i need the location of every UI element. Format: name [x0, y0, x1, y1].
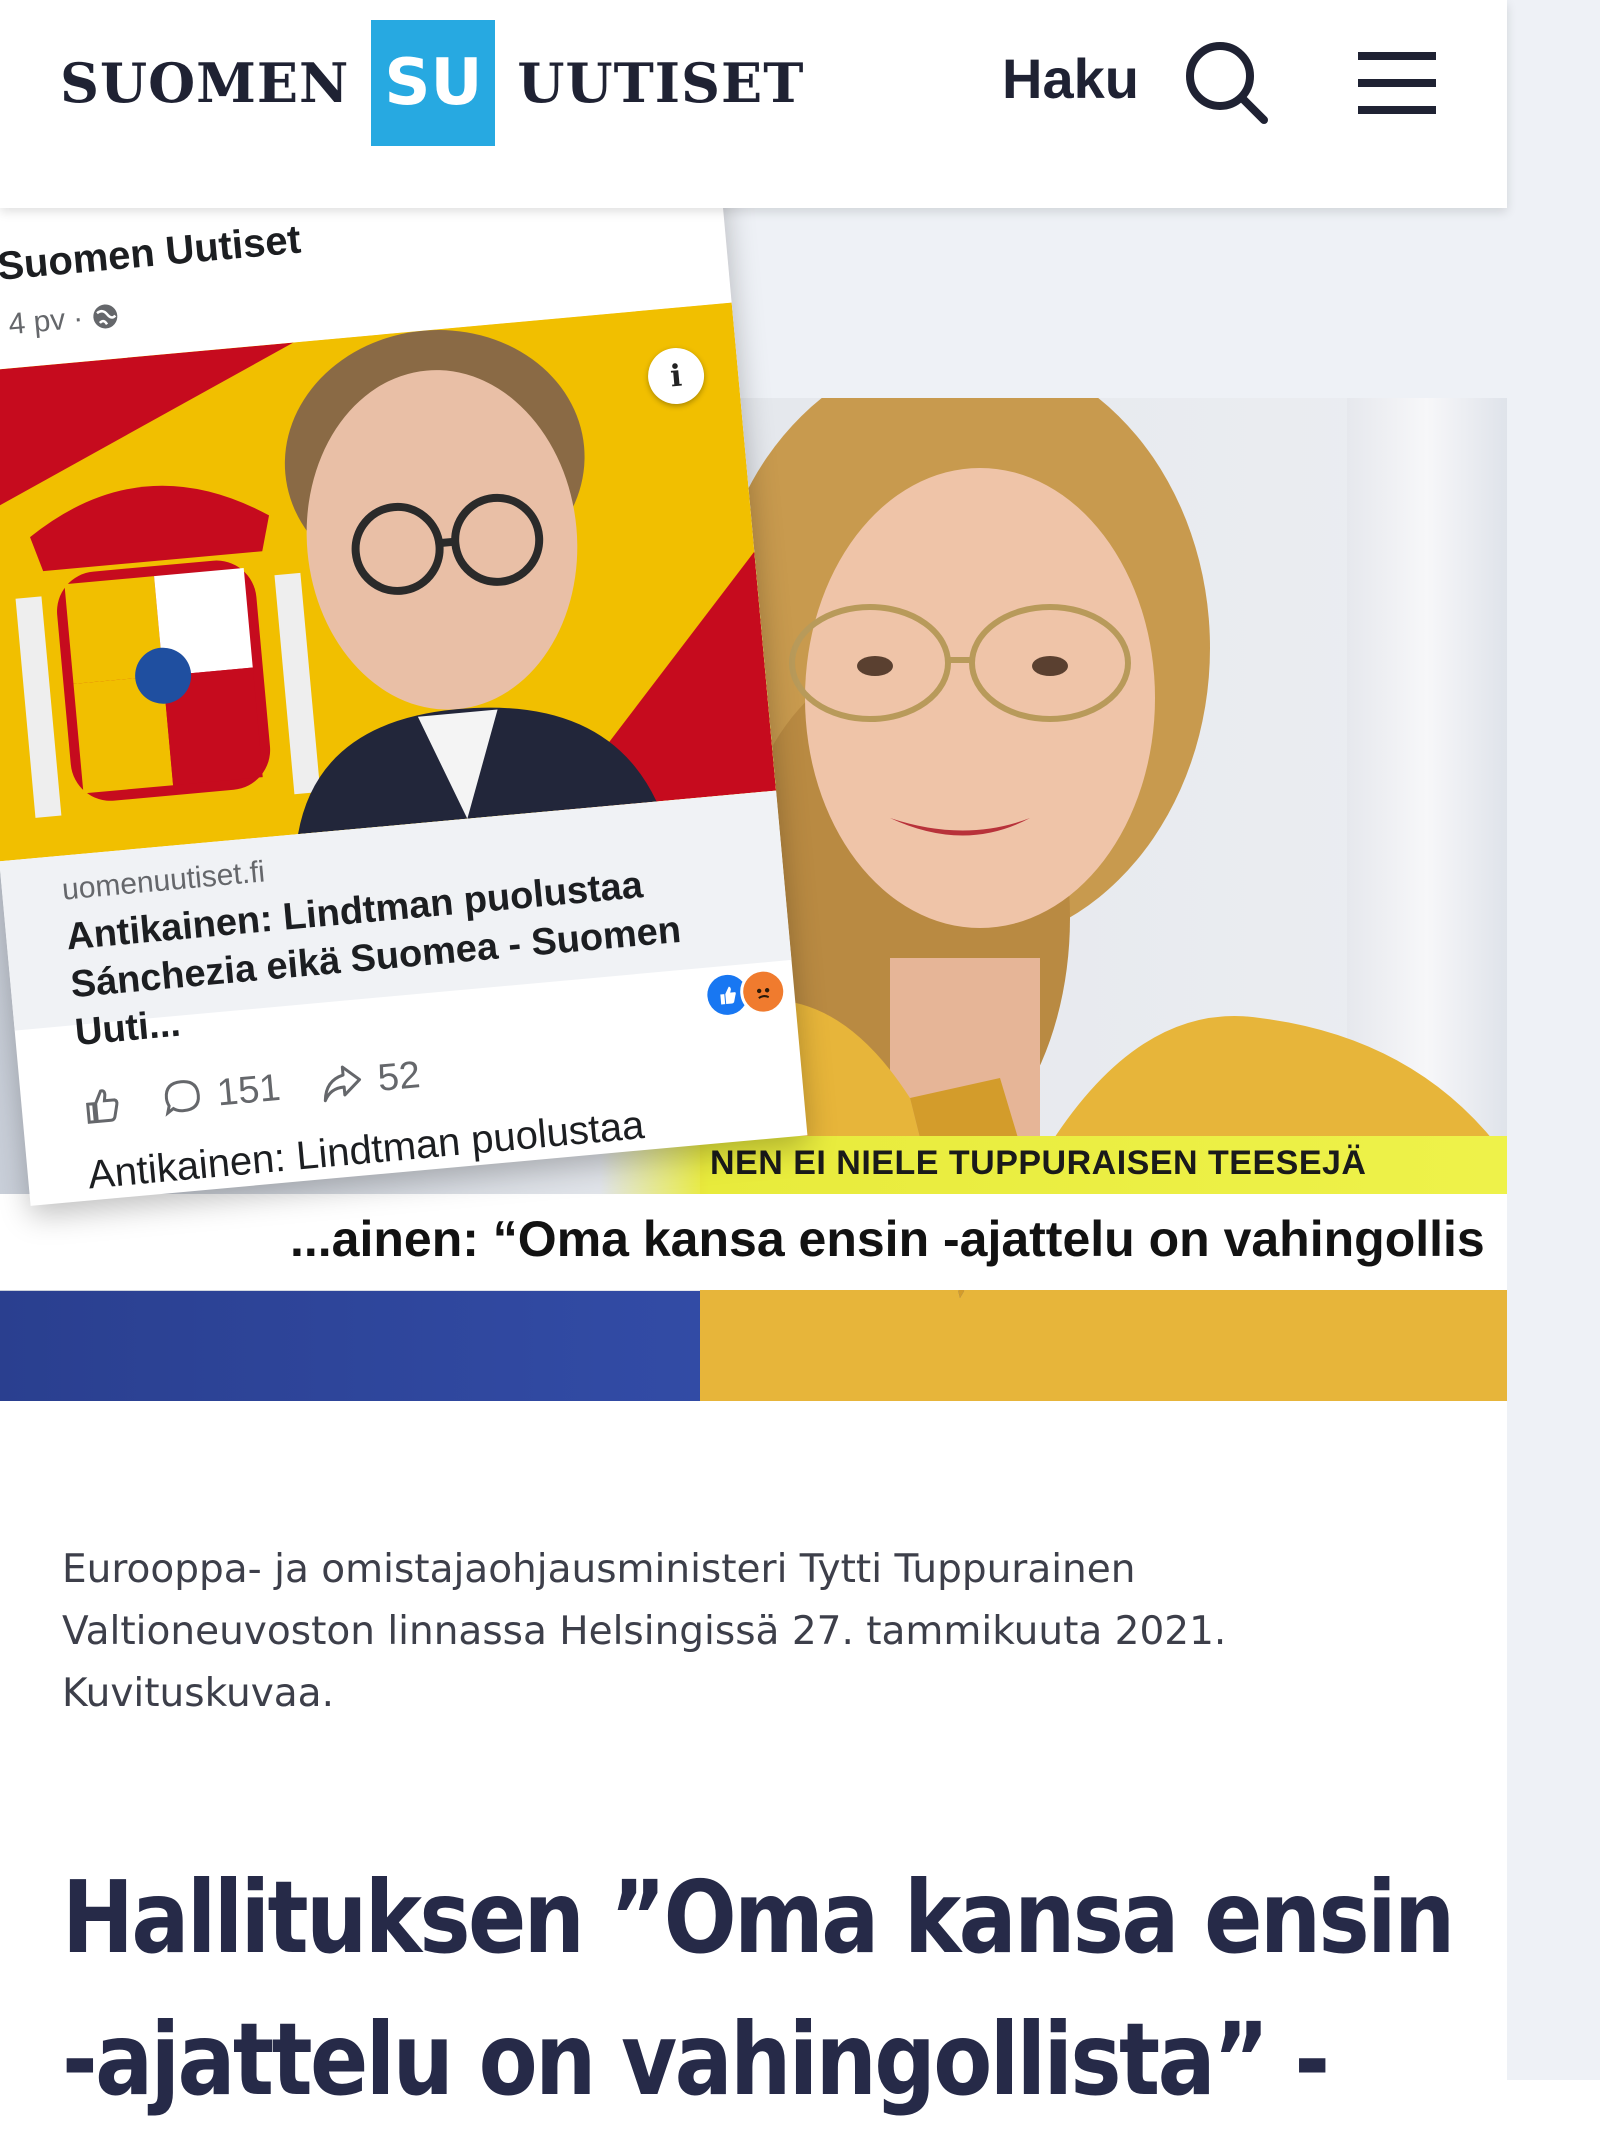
post-age: 4 pv [7, 303, 67, 342]
news-ticker-text: NEN EI NIELE TUPPURAISEN TEESEJÄ [710, 1144, 1367, 1182]
reactions-summary[interactable] [702, 966, 789, 1020]
share-button[interactable]: 52 [318, 1054, 422, 1106]
site-logo[interactable]: SUOMEN SU UUTISET [60, 20, 804, 146]
article-title-line-1: Hallituksen ”Oma kansa ensin [62, 1859, 1455, 1976]
share-count: 52 [376, 1054, 422, 1100]
article-title-line-2: -ajattelu on vahingollista” - [62, 2001, 1330, 2118]
photo-caption: Eurooppa- ja omistajaohjausministeri Tyt… [62, 1547, 1227, 1716]
comment-icon [164, 1079, 200, 1117]
logo-word-left: SUOMEN [60, 51, 350, 115]
post-actions: 151 52 [80, 1054, 422, 1128]
angry-reaction-icon [738, 966, 789, 1017]
menu-icon[interactable] [1358, 50, 1436, 116]
site-header: SUOMEN SU UUTISET Haku [0, 0, 1507, 208]
like-button[interactable] [80, 1083, 123, 1126]
share-icon [324, 1065, 362, 1102]
headline-bar-text: ...ainen: “Oma kansa ensin -ajattelu on … [290, 1211, 1485, 1267]
comment-button[interactable]: 151 [160, 1067, 283, 1121]
page-side-background [1507, 0, 1600, 2080]
search-label[interactable]: Haku [1002, 46, 1139, 111]
comment-count: 151 [215, 1066, 283, 1115]
thumbs-up-icon [85, 1088, 119, 1124]
post-link-image[interactable]: i [0, 302, 777, 862]
post-page-name[interactable]: Suomen Uutiset [0, 218, 303, 290]
globe-icon [93, 304, 118, 329]
logo-badge: SU [371, 20, 496, 146]
meta-separator: · [71, 301, 85, 336]
logo-word-right: UUTISET [517, 51, 805, 115]
article-title: Hallituksen ”Oma kansa ensin -ajattelu o… [62, 1847, 1455, 2131]
post-meta: 4 pv · [7, 298, 120, 342]
search-icon[interactable] [1180, 36, 1270, 126]
facebook-post-card[interactable]: ••• Suomen Uutiset 4 pv · [0, 139, 808, 1206]
